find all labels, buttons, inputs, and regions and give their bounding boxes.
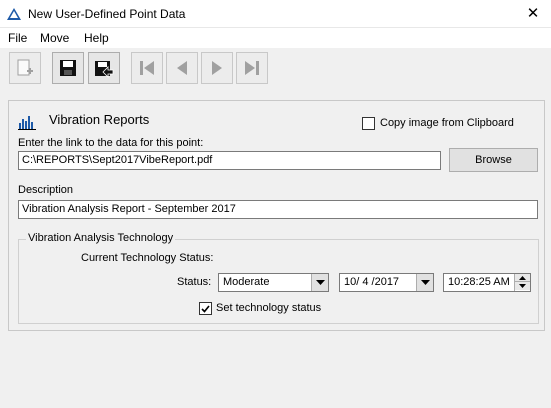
next-record-button[interactable] xyxy=(201,52,233,84)
add-point-icon xyxy=(17,59,33,76)
chevron-down-icon xyxy=(315,280,325,285)
toolbar xyxy=(0,48,551,90)
menu-help[interactable]: Help xyxy=(84,31,109,45)
title-bar: New User-Defined Point Data ✕ xyxy=(0,0,551,28)
close-icon: ✕ xyxy=(526,5,540,22)
status-label: Status: xyxy=(177,276,212,288)
first-record-icon xyxy=(140,61,154,75)
technology-group-title: Vibration Analysis Technology xyxy=(26,232,176,244)
link-label: Enter the link to the data for this poin… xyxy=(18,137,204,149)
menu-move[interactable]: Move xyxy=(40,31,69,45)
technology-group: Vibration Analysis Technology Current Te… xyxy=(18,232,539,324)
report-chart-icon xyxy=(18,116,36,130)
status-select-value: Moderate xyxy=(223,276,270,288)
current-status-label: Current Technology Status: xyxy=(81,252,214,264)
set-status-label: Set technology status xyxy=(216,302,322,314)
app-logo-icon xyxy=(7,8,21,20)
date-picker[interactable]: 10/ 4 /2017 xyxy=(339,273,434,292)
spin-up-button[interactable] xyxy=(515,274,530,282)
save-button[interactable] xyxy=(52,52,84,84)
point-data-panel: Vibration Reports Copy image from Clipbo… xyxy=(8,100,545,331)
window-title: New User-Defined Point Data xyxy=(28,7,186,21)
checkmark-icon xyxy=(201,304,210,313)
spin-down-button[interactable] xyxy=(515,282,530,290)
previous-record-icon xyxy=(177,61,187,75)
chevron-down-icon xyxy=(519,284,526,288)
save-and-exit-icon xyxy=(95,61,114,78)
time-picker[interactable]: 10:28:25 AM xyxy=(443,273,531,292)
date-dropdown-button[interactable] xyxy=(416,274,433,291)
last-record-icon xyxy=(245,61,259,75)
close-button[interactable]: ✕ xyxy=(515,0,551,28)
menu-bar: File Move Help xyxy=(0,28,551,48)
first-record-button[interactable] xyxy=(131,52,163,84)
chevron-up-icon xyxy=(519,275,526,280)
status-select[interactable]: Moderate xyxy=(218,273,329,292)
menu-file[interactable]: File xyxy=(8,31,27,45)
previous-record-button[interactable] xyxy=(166,52,198,84)
browse-button[interactable]: Browse xyxy=(449,148,538,172)
report-title: Vibration Reports xyxy=(49,112,150,127)
copy-clipboard-checkbox[interactable] xyxy=(362,117,375,130)
save-and-exit-button[interactable] xyxy=(88,52,120,84)
next-record-icon xyxy=(212,61,222,75)
save-icon xyxy=(60,60,76,76)
add-point-button[interactable] xyxy=(9,52,41,84)
date-value: 10/ 4 /2017 xyxy=(344,276,400,288)
description-input[interactable]: Vibration Analysis Report - September 20… xyxy=(18,200,538,219)
time-value: 10:28:25 AM xyxy=(448,276,510,288)
copy-clipboard-label: Copy image from Clipboard xyxy=(380,117,514,129)
status-dropdown-button[interactable] xyxy=(311,274,328,291)
set-status-checkbox[interactable] xyxy=(199,302,212,315)
time-spinner[interactable] xyxy=(514,274,530,291)
chevron-down-icon xyxy=(420,280,430,285)
last-record-button[interactable] xyxy=(236,52,268,84)
description-label: Description xyxy=(18,184,74,196)
link-input[interactable]: C:\REPORTS\Sept2017VibeReport.pdf xyxy=(18,151,441,170)
